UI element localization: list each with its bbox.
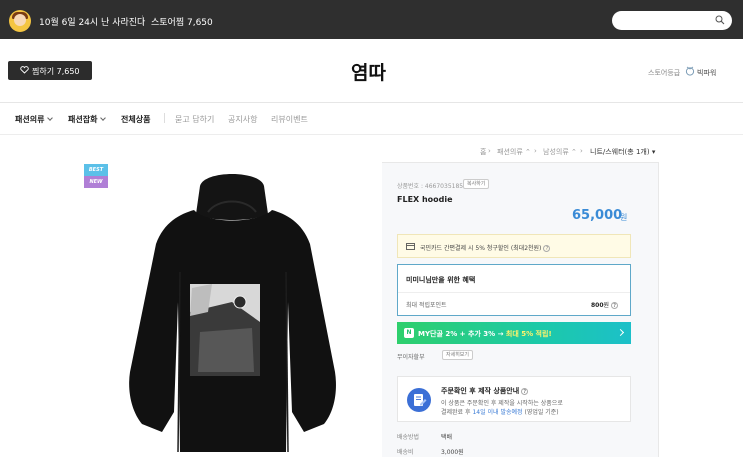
my-regular-banner[interactable]: N MY단골 2% + 추가 3% → 최대 5% 적립! xyxy=(397,322,631,344)
hoodie-image xyxy=(129,174,336,453)
breadcrumb-current[interactable]: 니트/스웨터(총 1개) ▾ xyxy=(590,147,655,157)
help-icon[interactable]: ? xyxy=(521,388,529,395)
grade-medal-icon xyxy=(685,66,695,76)
help-icon[interactable]: ? xyxy=(611,302,619,309)
breadcrumb-category-2[interactable]: 남성의류 ⌃ xyxy=(543,147,577,157)
nav-divider xyxy=(164,113,165,123)
nav-item-review-event[interactable]: 리뷰이벤트 xyxy=(271,114,308,125)
chevron-down-icon xyxy=(47,115,54,121)
nav-divider-line xyxy=(0,134,743,135)
search-input[interactable] xyxy=(612,11,732,30)
nav-label: 패션의류 xyxy=(15,115,45,124)
product-name: FLEX hoodie xyxy=(397,195,453,204)
order-title-text: 주문확인 후 제작 상품안내 xyxy=(441,387,520,395)
breadcrumb-category-1[interactable]: 패션의류 ⌃ xyxy=(497,147,531,157)
card-promo-banner[interactable]: 국민카드 간편결제 시 5% 청구할인 (최대2천원)? xyxy=(397,234,631,258)
credit-card-icon xyxy=(406,243,415,250)
store-favorite-count[interactable]: 스토어찜 7,650 xyxy=(151,15,213,28)
shipping-fee-label: 배송비 xyxy=(397,449,414,456)
card-promo-label: 국민카드 간편결제 시 5% 청구할인 (최대2천원) xyxy=(420,245,542,252)
header-divider xyxy=(0,102,743,103)
document-pen-icon xyxy=(407,388,431,412)
store-avatar[interactable] xyxy=(9,10,31,32)
breadcrumb-label: 남성의류 xyxy=(543,148,569,156)
breadcrumb-separator: › xyxy=(488,147,491,155)
order-desc-suffix: (영업일 기준) xyxy=(524,409,559,416)
made-to-order-notice: 주문확인 후 제작 상품안내? 이 상품은 주문확인 후 제작을 시작하는 상품… xyxy=(397,376,631,422)
benefit-divider xyxy=(398,292,630,293)
nav-item-all-products[interactable]: 전체상품 xyxy=(121,114,150,125)
order-desc-prefix: 결제완료 후 xyxy=(441,409,471,416)
shipping-method-value: 택배 xyxy=(441,434,453,441)
nav-item-fashion-clothing[interactable]: 패션의류 xyxy=(15,114,54,125)
installment-label: 무이자할부 xyxy=(397,354,425,361)
benefit-unit: 원 xyxy=(603,302,610,309)
price-unit: 원 xyxy=(620,213,628,222)
breadcrumb-separator: › xyxy=(534,147,537,155)
nav-label: 패션잡화 xyxy=(68,115,98,124)
breadcrumb-label: 니트/스웨터(총 1개) xyxy=(590,148,650,156)
my-regular-highlight: 최대 5% 적립! xyxy=(505,330,552,338)
favorite-button[interactable]: 찜하기 7,650 xyxy=(8,61,92,80)
product-image[interactable] xyxy=(82,162,382,457)
order-notice-desc-2: 결제완료 후 14일 이내 발송예정 (영업일 기준) xyxy=(441,407,559,416)
benefit-value: 800원? xyxy=(591,300,619,309)
breadcrumb-home[interactable]: 홈 xyxy=(480,147,486,157)
nav-item-notice[interactable]: 공지사항 xyxy=(228,114,257,125)
help-icon[interactable]: ? xyxy=(543,245,551,252)
benefit-points: 800 xyxy=(591,302,604,309)
avatar-face xyxy=(14,14,26,26)
installment-detail-button[interactable]: 자세히보기 xyxy=(442,350,474,360)
benefit-label: 최대 적립포인트 xyxy=(406,302,447,309)
chevron-right-icon xyxy=(616,328,625,337)
search-icon[interactable] xyxy=(715,15,725,25)
nav-item-qna[interactable]: 묻고 답하기 xyxy=(175,114,214,125)
order-notice-title: 주문확인 후 제작 상품안내? xyxy=(441,386,529,396)
copy-button[interactable]: 복사하기 xyxy=(463,179,490,189)
card-promo-text: 국민카드 간편결제 시 5% 청구할인 (최대2천원)? xyxy=(420,243,551,252)
store-notice[interactable]: 10월 6일 24시 난 사라진다 xyxy=(39,15,145,28)
member-benefit-box: 미미니님만을 위한 혜택 최대 적립포인트 800원? xyxy=(397,264,631,316)
chevron-down-icon xyxy=(100,115,107,121)
heart-plus-icon xyxy=(20,66,29,74)
topbar-divider xyxy=(142,15,143,25)
store-grade-label: 스토어등급 xyxy=(648,69,681,77)
store-name[interactable]: 염따 xyxy=(351,58,386,85)
store-grade-value[interactable]: 빅파워 xyxy=(697,68,716,78)
order-desc-highlight: 14일 이내 발송예정 xyxy=(472,409,523,416)
best-badge: BEST xyxy=(84,164,108,176)
my-regular-text: MY단골 2% + 추가 3% → 최대 5% 적립! xyxy=(418,329,552,339)
naver-n-icon: N xyxy=(404,328,414,338)
benefit-title: 미미니님만을 위한 혜택 xyxy=(406,276,476,284)
my-regular-prefix: MY단골 2% + 추가 3% → xyxy=(418,330,504,338)
top-bar: 10월 6일 24시 난 사라진다 스토어찜 7,650 xyxy=(0,0,743,39)
breadcrumb-separator: › xyxy=(580,147,583,155)
shipping-method-label: 배송방법 xyxy=(397,434,420,441)
product-code: 상품번호 : 4667035185 xyxy=(397,183,464,190)
favorite-button-label: 찜하기 7,650 xyxy=(32,67,80,76)
order-notice-desc-1: 이 상품은 주문확인 후 제작을 시작하는 상품으로 xyxy=(441,400,563,407)
new-badge: NEW xyxy=(84,176,108,188)
nav-item-fashion-accessories[interactable]: 패션잡화 xyxy=(68,114,107,125)
shipping-fee-value: 3,000원 xyxy=(441,449,464,456)
product-price: 65,000 xyxy=(572,208,623,223)
breadcrumb-label: 패션의류 xyxy=(497,148,523,156)
